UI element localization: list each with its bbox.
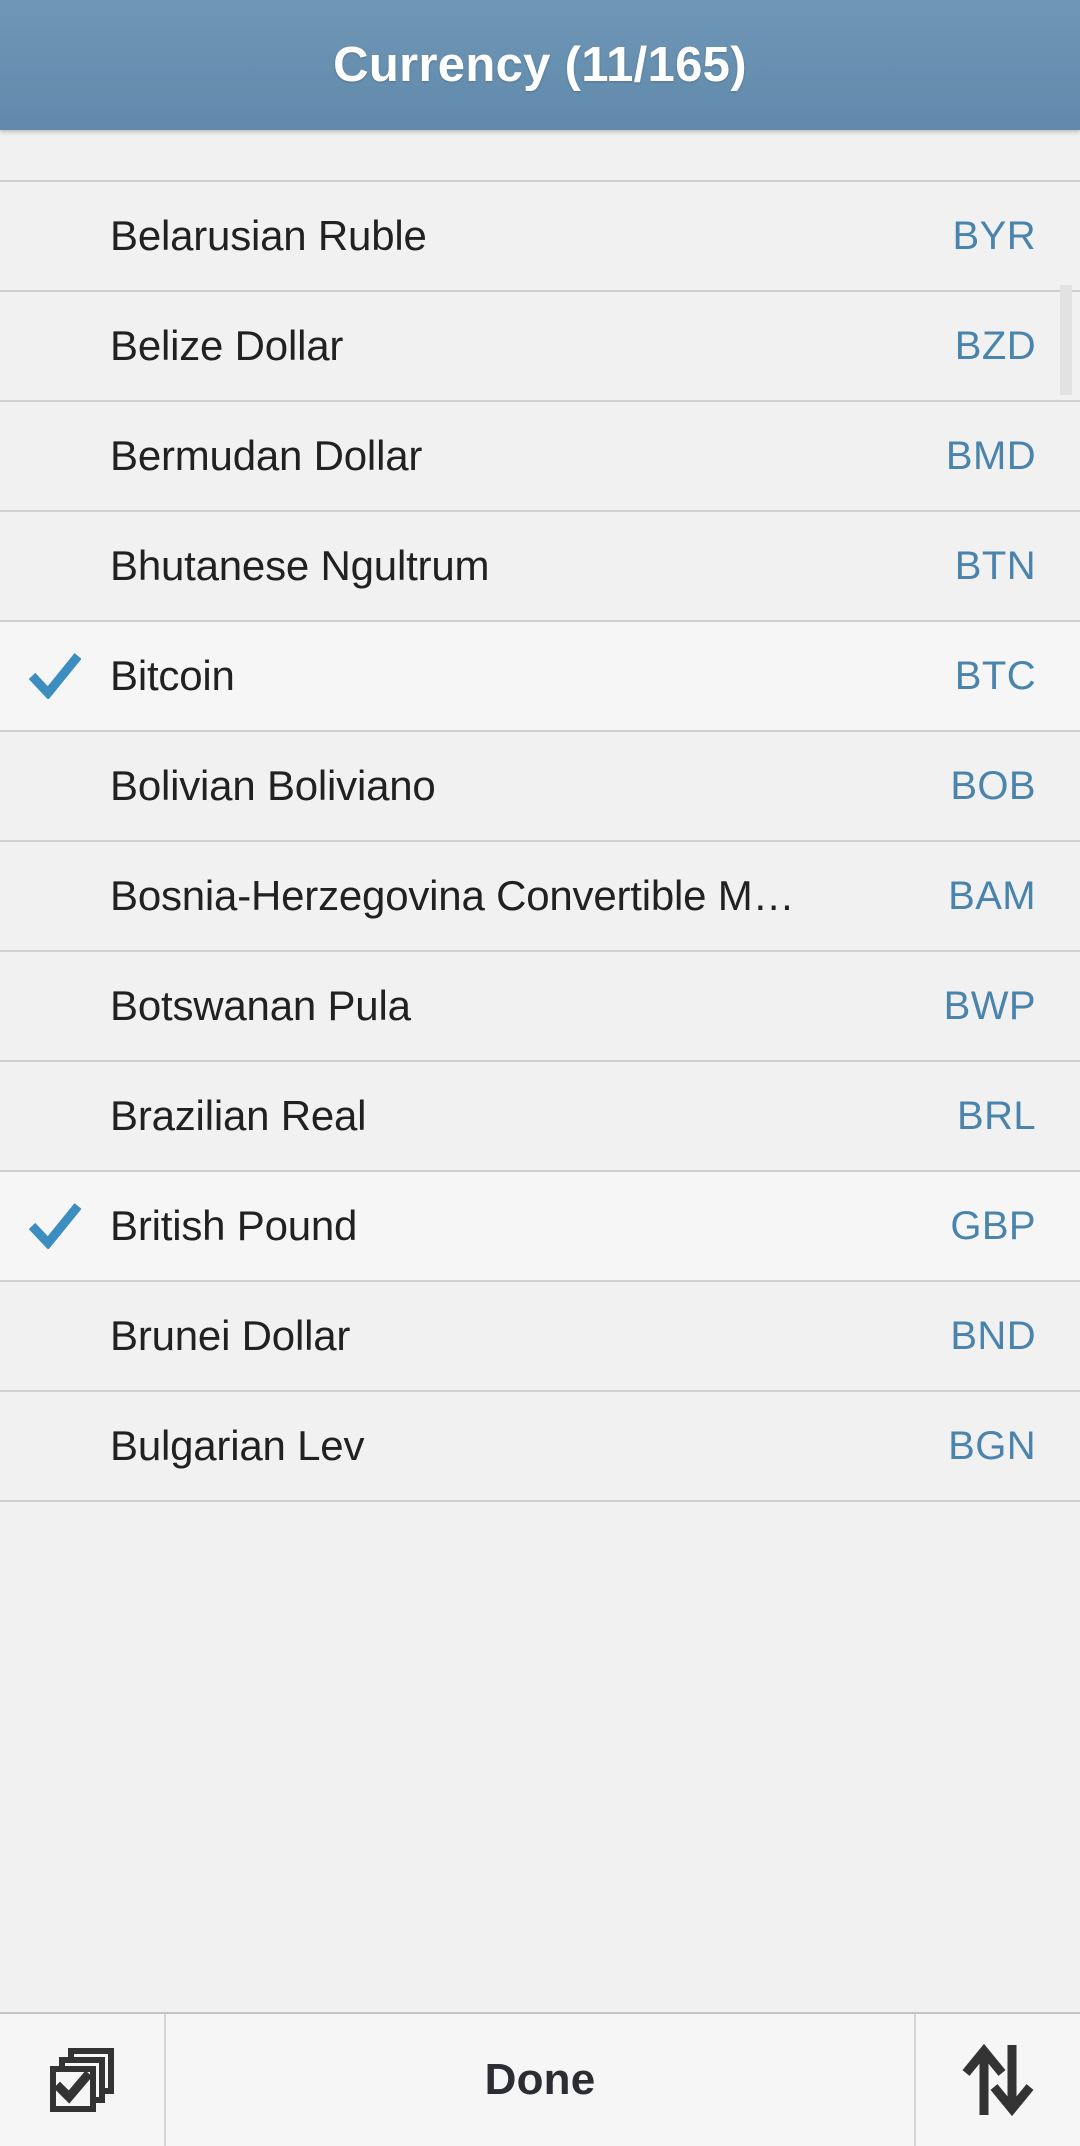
currency-name: Brazilian Real <box>110 1092 367 1139</box>
currency-name: Belarusian Ruble <box>110 212 427 259</box>
currency-code: BGN <box>948 1423 1036 1468</box>
sort-updown-icon <box>960 2041 1036 2119</box>
currency-name: Bolivian Boliviano <box>110 762 436 809</box>
bottom-separator <box>0 1992 1080 2014</box>
check-icon <box>0 653 110 699</box>
select-multiple-icon <box>45 2043 119 2117</box>
currency-code: BMD <box>945 433 1036 478</box>
currency-row[interactable]: Bitcoin BTC <box>0 622 1080 732</box>
currency-code: GBP <box>950 1203 1036 1248</box>
currency-code: BTN <box>954 543 1036 588</box>
currency-row[interactable]: Brazilian Real BRL <box>0 1062 1080 1172</box>
currency-row[interactable]: Botswanan Pula BWP <box>0 952 1080 1062</box>
currency-name: Belize Dollar <box>110 322 344 369</box>
currency-name: Bitcoin <box>110 652 235 699</box>
currency-code: BOB <box>950 763 1036 808</box>
currency-row[interactable]: Belarusian Ruble BYR <box>0 182 1080 292</box>
currency-code: BZD <box>954 323 1036 368</box>
page-title: Currency (11/165) <box>333 38 747 92</box>
currency-code: BRL <box>956 1093 1036 1138</box>
sort-button[interactable] <box>916 2014 1080 2146</box>
currency-row[interactable]: Brunei Dollar BND <box>0 1282 1080 1392</box>
bottom-action-bar: Done <box>0 2014 1080 2146</box>
currency-row[interactable]: Bulgarian Lev BGN <box>0 1392 1080 1502</box>
currency-name: British Pound <box>110 1202 358 1249</box>
done-button-label: Done <box>484 2055 596 2104</box>
currency-name: Bosnia-Herzegovina Convertible M… <box>110 872 795 919</box>
currency-code: BYR <box>952 213 1036 258</box>
currency-code: BAM <box>948 873 1036 918</box>
currency-row[interactable]: Bhutanese Ngultrum BTN <box>0 512 1080 622</box>
currency-list[interactable]: Belarusian Ruble BYR Belize Dollar BZD Bermu… <box>0 130 1080 1992</box>
select-multiple-button[interactable] <box>0 2014 164 2146</box>
currency-code: BND <box>950 1313 1036 1358</box>
currency-code: BTC <box>954 653 1036 698</box>
done-button[interactable]: Done <box>164 2014 916 2146</box>
currency-row[interactable]: Belize Dollar BZD <box>0 292 1080 402</box>
currency-name: Bermudan Dollar <box>110 432 423 479</box>
currency-name: Botswanan Pula <box>110 982 411 1029</box>
currency-row[interactable]: Bermudan Dollar BMD <box>0 402 1080 512</box>
currency-rows: Belarusian Ruble BYR Belize Dollar BZD Bermu… <box>0 182 1080 1502</box>
currency-name: Brunei Dollar <box>110 1312 351 1359</box>
list-top-spacer <box>0 130 1080 182</box>
currency-name: Bhutanese Ngultrum <box>110 542 490 589</box>
currency-row[interactable]: Bolivian Boliviano BOB <box>0 732 1080 842</box>
currency-code: BWP <box>943 983 1036 1028</box>
check-icon <box>0 1203 110 1249</box>
currency-picker-screen: Currency (11/165) Belarusian Ruble BYR Bel… <box>0 0 1080 2146</box>
currency-row[interactable]: British Pound GBP <box>0 1172 1080 1282</box>
title-bar: Currency (11/165) <box>0 0 1080 130</box>
currency-name: Bulgarian Lev <box>110 1422 365 1469</box>
currency-row[interactable]: Bosnia-Herzegovina Convertible M… BAM <box>0 842 1080 952</box>
